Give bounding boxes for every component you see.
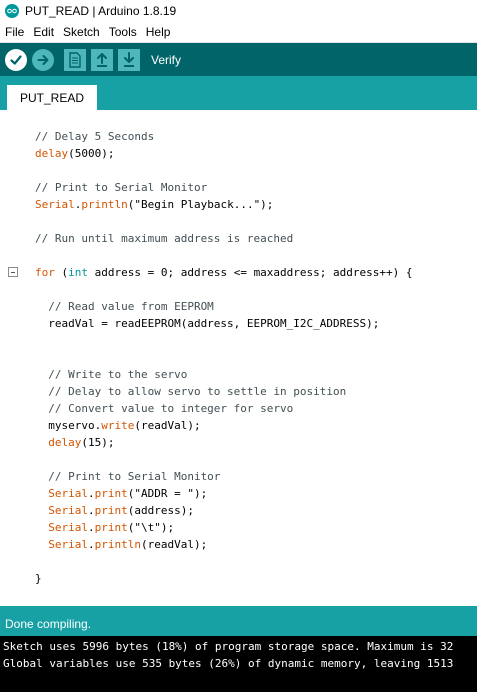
code-token: address = 0; address <= maxaddress; addr… (88, 266, 413, 279)
code-token: (readVal); (140, 538, 208, 551)
code-token: Serial (48, 487, 88, 500)
code-token: ("ADDR = "); (127, 487, 208, 500)
code-token: // Delay to allow servo to settle in pos… (35, 385, 347, 398)
code-token: (address); (127, 504, 194, 517)
status-bar: Done compiling. (0, 606, 477, 636)
code-line: } (35, 572, 42, 585)
upload-button[interactable] (32, 48, 54, 71)
code-token: delay (48, 436, 82, 449)
new-sketch-button[interactable] (64, 48, 86, 71)
code-line: // Read value from EEPROM (35, 300, 214, 313)
code-token: // Write to the servo (35, 368, 188, 381)
console-output[interactable]: Sketch uses 5996 bytes (18%) of program … (0, 636, 477, 692)
code-token: for (35, 266, 55, 279)
code-line: // Print to Serial Monitor (35, 470, 220, 483)
status-text: Done compiling. (5, 617, 92, 631)
code-token: ("Begin Playback..."); (127, 198, 274, 211)
code-token: (5000); (68, 147, 115, 160)
code-token: // Delay 5 Seconds (35, 130, 155, 143)
code-token: (readVal); (134, 419, 201, 432)
window-title: PUT_READ | Arduino 1.8.19 (25, 4, 177, 18)
code-token: println (81, 198, 128, 211)
code-token: println (94, 538, 141, 551)
save-sketch-button[interactable] (118, 48, 140, 71)
code-line: // Delay to allow servo to settle in pos… (35, 385, 346, 398)
verify-button[interactable] (5, 48, 27, 71)
code-token: . (88, 487, 95, 500)
code-token: . (88, 521, 95, 534)
title-bar: PUT_READ | Arduino 1.8.19 (0, 0, 477, 22)
code-line: Serial.print("ADDR = "); (35, 487, 207, 500)
code-line: Serial.print("\t"); (35, 521, 174, 534)
tab-bar: PUT_READ (0, 76, 477, 110)
code-token: readVal = readEEPROM(address, EEPROM_I2C… (35, 317, 380, 330)
code-line: // Convert value to integer for servo (35, 402, 293, 415)
code-line: myservo.write(readVal); (35, 419, 201, 432)
code-token: ( (54, 266, 69, 279)
tab-put-read[interactable]: PUT_READ (7, 85, 97, 110)
code-line: Serial.println("Begin Playback..."); (35, 198, 273, 211)
open-sketch-button[interactable] (91, 48, 113, 71)
editor-gutter (0, 110, 18, 606)
toolbar-hover-label: Verify (151, 52, 182, 67)
code-line: // Print to Serial Monitor (35, 181, 207, 194)
code-token: print (94, 504, 128, 517)
code-token: // Print to Serial Monitor (35, 470, 221, 483)
code-token: } (35, 572, 42, 585)
fold-toggle-icon[interactable] (8, 267, 18, 277)
code-token: myservo. (35, 419, 102, 432)
code-token: int (68, 266, 88, 279)
code-token: Serial (35, 198, 75, 211)
code-line: // Delay 5 Seconds (35, 130, 154, 143)
console-line: Sketch uses 5996 bytes (18%) of program … (3, 640, 454, 653)
console-line: Global variables use 535 bytes (26%) of … (3, 657, 454, 670)
new-icon (69, 51, 81, 68)
upload-icon (37, 54, 49, 65)
code-line: for (int address = 0; address <= maxaddr… (35, 266, 413, 279)
open-icon (97, 52, 107, 67)
code-line: readVal = readEEPROM(address, EEPROM_I2C… (35, 317, 379, 330)
menu-help[interactable]: Help (142, 25, 176, 39)
code-token: write (101, 419, 135, 432)
verify-icon (10, 54, 22, 65)
menu-sketch[interactable]: Sketch (59, 25, 105, 39)
code-token: (15); (81, 436, 115, 449)
code-line: delay(5000); (35, 147, 114, 160)
code-token: // Read value from EEPROM (35, 300, 214, 313)
code-line: // Write to the servo (35, 368, 187, 381)
code-token: // Print to Serial Monitor (35, 181, 208, 194)
code-token: Serial (48, 521, 88, 534)
menu-bar: File Edit Sketch Tools Help (0, 22, 477, 43)
code-token: // Convert value to integer for servo (35, 402, 294, 415)
code-token: // Run until maximum address is reached (35, 232, 294, 245)
code-token: ("\t"); (127, 521, 175, 534)
code-line: // Run until maximum address is reached (35, 232, 293, 245)
code-line: Serial.println(readVal); (35, 538, 207, 551)
code-token: . (88, 504, 95, 517)
code-line: delay(15); (35, 436, 115, 449)
code-token: . (88, 538, 95, 551)
save-icon (124, 51, 134, 67)
arduino-logo-icon (5, 4, 19, 18)
code-editor[interactable]: // Delay 5 Seconds delay(5000);// Print t… (0, 110, 477, 606)
menu-edit[interactable]: Edit (29, 25, 59, 39)
code-line: Serial.print(address); (35, 504, 194, 517)
arduino-ide-window: PUT_READ | Arduino 1.8.19 File Edit Sket… (0, 0, 477, 692)
code-token: print (94, 487, 128, 500)
menu-tools[interactable]: Tools (105, 25, 142, 39)
menu-file[interactable]: File (0, 25, 29, 39)
code-token: Serial (48, 538, 88, 551)
toolbar: Verify (0, 43, 477, 76)
code-token: Serial (48, 504, 88, 517)
code-token: print (94, 521, 128, 534)
code-token: delay (35, 147, 69, 160)
